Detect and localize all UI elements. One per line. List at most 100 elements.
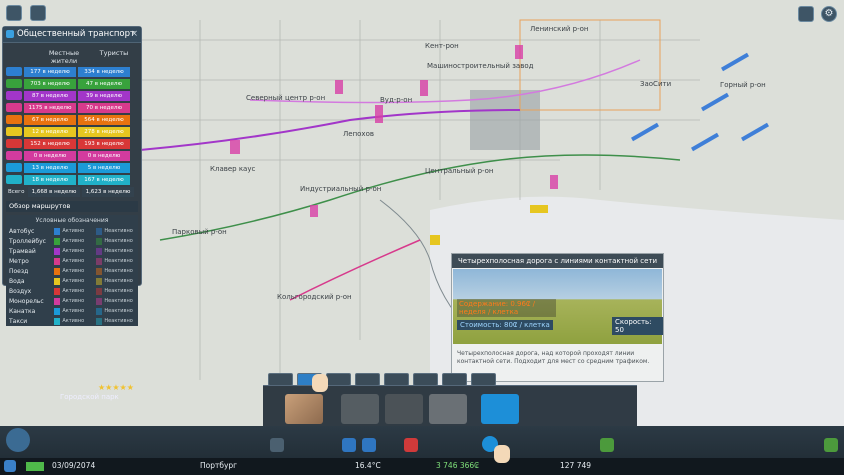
table-row: 0 в неделю 0 в неделю [6,150,138,161]
map-label-machine: Машиностроительный завод [427,62,534,70]
transport-type-icon [6,91,22,100]
legend-name: Монорельс [9,297,44,305]
tourists-cell: 0 в неделю [78,150,130,161]
table-row: 703 в неделю 47 в неделю [6,78,138,89]
legend-swatch-active [53,317,61,325]
close-icon[interactable]: × [130,27,138,42]
speed-bar[interactable] [26,462,44,471]
road-option-2[interactable] [341,394,379,424]
legend-swatch-active [53,277,61,285]
city-info-button[interactable] [798,6,814,22]
table-row: 1175 в неделю 70 в неделю [6,102,138,113]
tooltip-cost: Стоимость: 80₢ / клетка [457,320,553,330]
legend-row: Трамвай Активно Неактивно [6,246,138,256]
legend-swatch-active [53,247,61,255]
legend-name: Автобус [9,227,35,235]
money: 3 746 366₢ [436,461,479,470]
residents-cell: 703 в неделю [24,78,76,89]
legend-swatch-active [53,237,61,245]
tourists-cell: 70 в неделю [78,102,130,113]
tourists-cell: 47 в неделю [78,78,130,89]
residents-cell: 87 в неделю [24,90,76,101]
legend-inactive: Неактивно [104,288,133,294]
legend-inactive: Неактивно [104,228,133,234]
public-transport-panel: Общественный транспорт × Местные жители … [2,26,142,326]
legend-inactive: Неактивно [104,298,133,304]
chirper-icon[interactable] [6,428,30,452]
tourists-cell: 39 в неделю [78,90,130,101]
legend-row: Вода Активно Неактивно [6,276,138,286]
population: 127 749 [560,461,592,470]
legend-swatch-inactive [95,227,103,235]
transport-type-icon [6,163,22,172]
legend-row: Воздух Активно Неактивно [6,286,138,296]
legend-inactive: Неактивно [104,278,133,284]
legend-swatch-inactive [95,267,103,275]
col-residents: Местные жители [48,49,80,65]
legend-active: Активно [62,308,85,314]
map-label-north: Северный центр р-он [246,94,326,102]
table-row: 87 в неделю 39 в неделю [6,90,138,101]
transport-type-icon [6,67,22,76]
legend-swatch-inactive [95,287,103,295]
city-name[interactable]: Портбург [200,461,237,470]
legend-swatch-active [53,297,61,305]
legend-swatch-active [53,257,61,265]
play-icon[interactable] [4,460,16,472]
road-option-1[interactable] [285,394,323,424]
road-option-4[interactable] [429,394,467,424]
legend-row: Автобус Активно Неактивно [6,226,138,236]
tooltip-maintenance: Содержание: 0.96₢ / неделя / клетка [457,299,556,317]
menu-button[interactable] [6,5,22,21]
unlock-button[interactable] [30,5,46,21]
map-label-park: Парковый р-он [172,228,227,236]
legend-active: Активно [62,268,85,274]
legend-name: Трамвай [9,247,36,255]
residents-cell: 67 в неделю [24,114,76,125]
transport-icon [6,30,14,38]
table-row: 13 в неделю 5 в неделю [6,162,138,173]
status-bar: 03/09/2074 Портбург 16.4°C 3 746 366₢ 12… [0,458,844,475]
total-row: Всего 1,668 в неделю 1,623 в неделю [6,186,138,197]
legend-swatch-active [53,287,61,295]
legend-swatch-active [53,227,61,235]
overview-header[interactable]: Обзор маршрутов [6,201,138,212]
legend-swatch-active [53,267,61,275]
legend-row: Метро Активно Неактивно [6,256,138,266]
legend-active: Активно [62,288,85,294]
road-option-3[interactable] [385,394,423,424]
legend-active: Активно [62,298,85,304]
tooltip-title: Четырехполосная дорога с линиями контакт… [452,254,663,268]
map-label-vud: Вуд-р-он [380,96,413,104]
tourists-cell: 167 в неделю [78,174,130,185]
zoning-icon[interactable] [270,438,284,452]
settings-gear-icon[interactable]: ⚙ [821,6,837,22]
legend: Условные обозначения Автобус Активно Неакт… [6,215,138,326]
transport-type-icon [6,115,22,124]
bulldozer-icon[interactable] [824,438,838,452]
road-upgrade-tool[interactable] [481,394,519,424]
road-tooltip: Четырехполосная дорога с линиями контакт… [451,253,664,382]
fire-icon[interactable] [404,438,418,452]
transport-type-icon [6,79,22,88]
map-label-central: Центральный р-он [425,167,494,175]
residents-cell: 0 в неделю [24,150,76,161]
residents-cell: 13 в неделю [24,162,76,173]
map-label-industrial: Индустриальный р-он [300,185,382,193]
legend-active: Активно [62,228,85,234]
table-row: 18 в неделю 167 в неделю [6,174,138,185]
parks-icon[interactable] [600,438,614,452]
legend-inactive: Неактивно [104,268,133,274]
total-residents: 1,668 в неделю [28,186,80,197]
transport-type-icon [6,175,22,184]
map-label-kent: Кент-рон [425,42,459,50]
map-label-gorny: Горный р-он [720,81,766,89]
legend-swatch-inactive [95,297,103,305]
legend-name: Канатка [9,307,36,315]
water-icon[interactable] [362,438,376,452]
rating-stars: ★★★★★ [98,383,134,392]
temperature: 16.4°C [355,461,381,470]
legend-active: Активно [62,248,85,254]
legend-name: Поезд [9,267,29,275]
electricity-icon[interactable] [342,438,356,452]
